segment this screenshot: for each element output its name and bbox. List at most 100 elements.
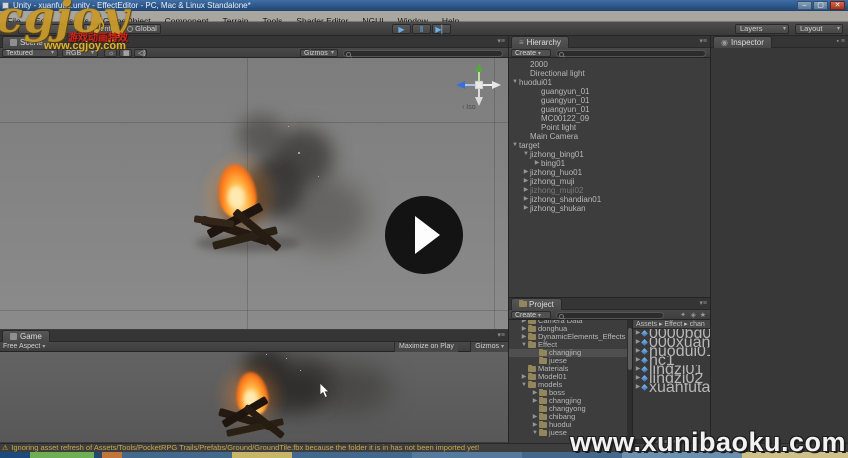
game-viewport[interactable] <box>0 352 508 442</box>
hierarchy-search-input[interactable] <box>556 50 706 57</box>
scale-tool-button[interactable] <box>63 24 78 34</box>
pause-button[interactable]: ‖ <box>412 24 431 34</box>
rotate-tool-button[interactable] <box>48 24 63 34</box>
draw-mode-dropdown[interactable]: Textured▾ <box>2 49 58 57</box>
tree-item-huodui01[interactable]: ▼huodui01 <box>509 78 710 87</box>
foldout-closed-icon[interactable]: ▶ <box>531 397 539 405</box>
scene-orientation-gizmo[interactable] <box>452 62 504 112</box>
tree-item-main-camera[interactable]: Main Camera <box>509 132 710 141</box>
search-by-type-icon[interactable]: ✦ <box>680 311 686 319</box>
panel-menu-icon[interactable]: ▾≡ <box>699 38 707 46</box>
status-bar[interactable]: ⚠Ignoring asset refresh of Assets/Tools/… <box>0 443 848 452</box>
tree-item-0000bq01[interactable]: ▶0000bq01 <box>633 329 711 338</box>
minimize-button[interactable]: – <box>797 1 812 10</box>
taskbar-segment[interactable] <box>102 452 122 458</box>
projection-mode-label[interactable]: ‹ Iso <box>462 104 476 111</box>
video-play-overlay-button[interactable] <box>385 196 463 274</box>
tree-item-jizhong-muji02[interactable]: ▶jizhong_muji02 <box>509 186 710 195</box>
foldout-closed-icon[interactable]: ▶ <box>533 159 541 168</box>
foldout-closed-icon[interactable]: ▶ <box>520 325 528 333</box>
tab-inspector[interactable]: ◉Inspector <box>713 36 772 48</box>
layout-dropdown[interactable]: Layout▾ <box>795 24 843 34</box>
aspect-dropdown[interactable]: Free Aspect ▾ <box>3 342 45 352</box>
tree-item-000xuanfutai[interactable]: ▶000xuanfutai <box>633 338 711 347</box>
panel-menu-icon[interactable]: ▾≡ <box>699 300 707 308</box>
foldout-open-icon[interactable]: ▼ <box>511 78 519 87</box>
tree-item-mc00122-09[interactable]: MC00122_09 <box>509 114 710 123</box>
tree-item-guangyun-01[interactable]: guangyun_01 <box>509 96 710 105</box>
scene-gizmos-dropdown[interactable]: Gizmos▾ <box>300 49 338 57</box>
lighting-toggle[interactable]: ☼ <box>104 49 117 57</box>
tree-item-huodui01[interactable]: ▶huodui01 <box>633 347 711 356</box>
layers-dropdown[interactable]: Layers▾ <box>735 24 789 34</box>
tree-item-jizhong-shukan[interactable]: ▶jizhong_shukan <box>509 204 710 213</box>
tree-item-jizhong-shandian01[interactable]: ▶jizhong_shandian01 <box>509 195 710 204</box>
close-button[interactable]: ✕ <box>830 1 845 10</box>
tree-item-changjing[interactable]: changjing <box>509 349 627 357</box>
tree-item-jizhong-bing01[interactable]: ▼jizhong_bing01 <box>509 150 710 159</box>
foldout-closed-icon[interactable]: ▶ <box>522 195 530 204</box>
tree-item-donghua[interactable]: ▶donghua <box>509 325 627 333</box>
taskbar-segment[interactable] <box>30 452 94 458</box>
audio-toggle[interactable]: ◁) <box>134 49 147 57</box>
taskbar-segment[interactable] <box>292 452 412 458</box>
windows-taskbar[interactable] <box>0 452 848 458</box>
foldout-closed-icon[interactable]: ▶ <box>522 168 530 177</box>
tree-item-xuanfutai[interactable]: ▶xuanfutai <box>633 383 711 392</box>
tree-item-lingzi01[interactable]: ▶lingzi01 <box>633 365 711 374</box>
foldout-closed-icon[interactable]: ▶ <box>522 186 530 195</box>
tree-item-target[interactable]: ▼target <box>509 141 710 150</box>
taskbar-segment[interactable] <box>522 452 622 458</box>
foldout-closed-icon[interactable]: ▶ <box>531 389 539 397</box>
foldout-closed-icon[interactable]: ▶ <box>522 204 530 213</box>
lock-icon[interactable]: ▪ ≡ <box>836 38 845 46</box>
taskbar-segment[interactable] <box>0 452 30 458</box>
tree-item-juese[interactable]: juese <box>509 357 627 365</box>
tab-hierarchy[interactable]: ≡Hierarchy <box>511 36 569 48</box>
foldout-open-icon[interactable]: ▼ <box>520 341 528 349</box>
foldout-closed-icon[interactable]: ▶ <box>522 177 530 186</box>
foldout-closed-icon[interactable]: ▶ <box>520 373 528 381</box>
tree-item-guangyun-01[interactable]: guangyun_01 <box>509 105 710 114</box>
tree-item-dynamicelements-effects[interactable]: ▶DynamicElements_Effects <box>509 333 627 341</box>
tree-item-model01[interactable]: ▶Model01 <box>509 373 627 381</box>
tab-project[interactable]: Project <box>511 298 562 310</box>
hand-tool-button[interactable] <box>18 24 33 34</box>
tree-item-hc1[interactable]: ▶hc1 <box>633 356 711 365</box>
skybox-toggle[interactable]: ▦ <box>119 49 132 57</box>
search-by-label-icon[interactable]: ◈ <box>691 311 696 319</box>
tree-item-boss[interactable]: ▶boss <box>509 389 627 397</box>
foldout-closed-icon[interactable]: ▶ <box>520 333 528 341</box>
tree-item-changjing[interactable]: ▶changjing <box>509 397 627 405</box>
taskbar-segment[interactable] <box>232 452 292 458</box>
project-search-input[interactable] <box>556 312 664 319</box>
foldout-open-icon[interactable]: ▼ <box>520 381 528 389</box>
tree-item-chibang[interactable]: ▶chibang <box>509 413 627 421</box>
taskbar-segment[interactable] <box>622 452 742 458</box>
taskbar-segment[interactable] <box>94 452 102 458</box>
game-gizmos-dropdown[interactable]: Gizmos ▾ <box>470 342 508 352</box>
step-button[interactable]: ▶▏ <box>432 24 451 34</box>
play-button[interactable]: ▶ <box>392 24 411 34</box>
tree-item-lingzi02[interactable]: ▶lingzi02 <box>633 374 711 383</box>
tree-item-point-light[interactable]: Point light <box>509 123 710 132</box>
tree-item-directional-light[interactable]: Directional light <box>509 69 710 78</box>
taskbar-segment[interactable] <box>122 452 232 458</box>
tree-item-guangyun-01[interactable]: guangyun_01 <box>509 87 710 96</box>
tree-item-jizhong-huo01[interactable]: ▶jizhong_huo01 <box>509 168 710 177</box>
tree-item-jizhong-muji[interactable]: ▶jizhong_muji <box>509 177 710 186</box>
scene-search-input[interactable] <box>343 50 503 57</box>
foldout-open-icon[interactable]: ▼ <box>511 141 519 150</box>
maximize-on-play-toggle[interactable]: Maximize on Play <box>394 342 458 352</box>
global-local-button[interactable]: Global <box>123 24 161 34</box>
scene-viewport[interactable] <box>0 58 508 329</box>
tree-item-2000[interactable]: 2000 <box>509 60 710 69</box>
foldout-open-icon[interactable]: ▼ <box>531 429 539 437</box>
panel-menu-icon[interactable]: ▾≡ <box>497 332 505 340</box>
move-tool-button[interactable] <box>33 24 48 34</box>
render-mode-dropdown[interactable]: RGB▾ <box>62 49 98 57</box>
favorites-icon[interactable]: ★ <box>700 311 706 319</box>
pivot-center-button[interactable]: Center <box>83 24 121 34</box>
maximize-button[interactable]: ▢ <box>813 1 828 10</box>
taskbar-segment[interactable] <box>742 452 848 458</box>
